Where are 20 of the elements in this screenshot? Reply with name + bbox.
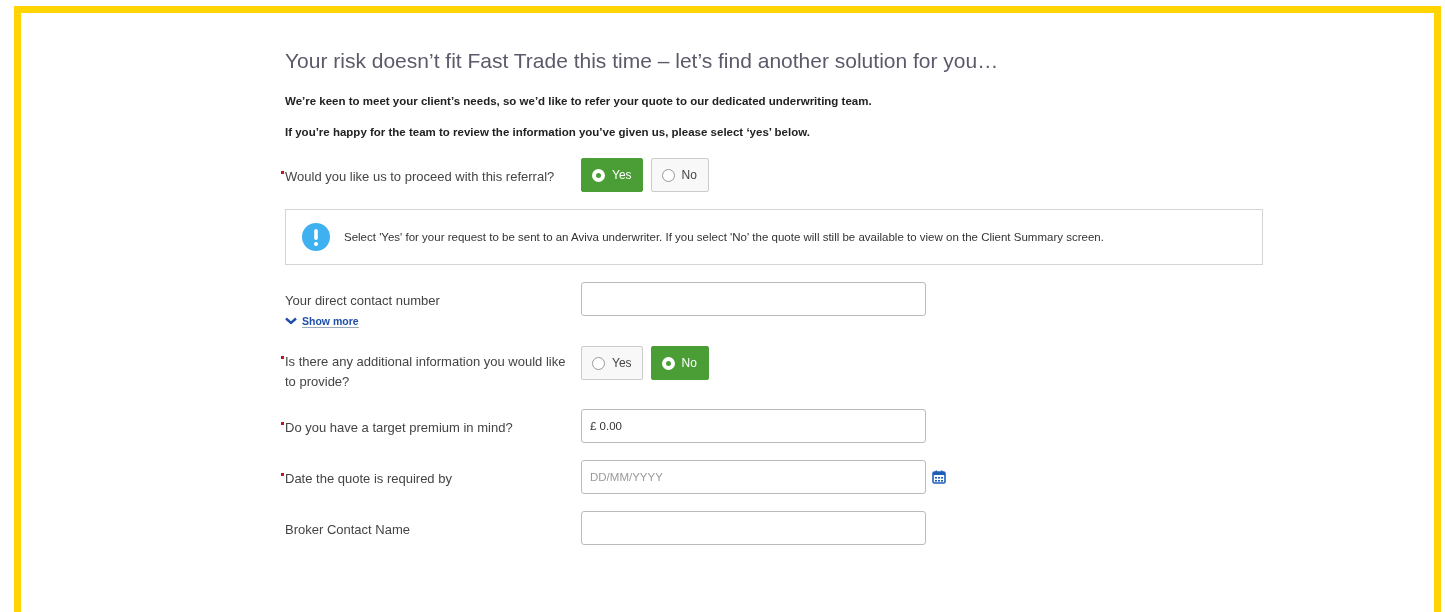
input-field[interactable]: £ 0.00 (581, 409, 926, 443)
input-field[interactable] (581, 282, 926, 316)
chevron-down-icon (285, 317, 297, 325)
intro-text: If you’re happy for the team to review the information you’ve given us, please select ‘yes’ below. (285, 126, 811, 138)
input-field[interactable] (581, 511, 926, 545)
intro-text: We’re keen to meet your client’s needs, so we’d like to refer your quote to our dedicated underwriting team. (285, 95, 873, 107)
field-label: Your direct contact number (284, 292, 440, 310)
field-label: Is there any additional information you would like to provide? (281, 352, 570, 392)
info-icon (302, 223, 330, 251)
field-label: Would you like us to proceed with this referral? (281, 167, 555, 187)
input-field[interactable]: DD/MM/YYYY (581, 460, 926, 494)
page-heading: Your risk doesn’t fit Fast Trade this time – let’s find another solution for you… (285, 49, 1000, 73)
info-text: Select 'Yes' for your request to be sent to an Aviva underwriter. If you select 'No' the quote will still be available to view on the Client Summary screen. (344, 231, 1104, 243)
field-label: Broker Contact Name (284, 521, 410, 539)
show-more-link[interactable]: Show more (285, 314, 359, 328)
calendar-icon[interactable] (932, 470, 946, 484)
field-label: Do you have a target premium in mind? (281, 418, 513, 438)
radio-option[interactable]: Yes (581, 346, 643, 380)
field-label: Date the quote is required by (281, 469, 452, 489)
radio-option[interactable]: No (650, 158, 709, 192)
